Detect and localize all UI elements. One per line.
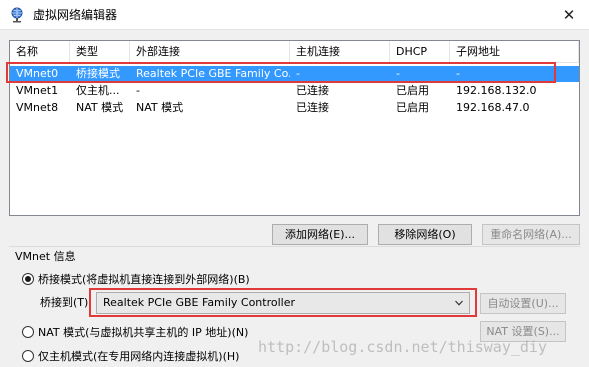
cell-name: VMnet1 bbox=[16, 84, 59, 97]
close-button[interactable]: ✕ bbox=[549, 0, 589, 30]
bridged-mode-label: 桥接模式(将虚拟机直接连接到外部网络)(B) bbox=[38, 273, 250, 286]
radio-checked-icon bbox=[22, 273, 34, 285]
table-row[interactable]: VMnet1 仅主机... - 已连接 已启用 192.168.132.0 bbox=[10, 83, 579, 99]
rename-network-button[interactable]: 重命名网络(A)... bbox=[482, 224, 580, 245]
cell-type: 仅主机... bbox=[76, 84, 120, 97]
add-network-button[interactable]: 添加网络(E)... bbox=[272, 224, 368, 245]
nat-mode-label: NAT 模式(与虚拟机共享主机的 IP 地址)(N) bbox=[38, 326, 249, 339]
bridged-mode-radio[interactable]: 桥接模式(将虚拟机直接连接到外部网络)(B) bbox=[22, 271, 250, 287]
cell-subnet: 192.168.132.0 bbox=[456, 84, 537, 97]
column-header-dhcp[interactable]: DHCP bbox=[390, 41, 450, 63]
cell-name: VMnet8 bbox=[16, 101, 59, 114]
highlight-box-bridged-to bbox=[89, 288, 477, 317]
host-only-mode-radio[interactable]: 仅主机模式(在专用网络内连接虚拟机)(H) bbox=[22, 348, 239, 364]
cell-dhcp: 已启用 bbox=[396, 101, 429, 114]
close-icon: ✕ bbox=[562, 6, 576, 24]
column-header-subnet[interactable]: 子网地址 bbox=[450, 41, 579, 63]
cell-host: 已连接 bbox=[296, 101, 329, 114]
list-header: 名称 类型 外部连接 主机连接 DHCP 子网地址 bbox=[10, 41, 579, 63]
title-bar: 虚拟网络编辑器 ✕ bbox=[0, 0, 589, 30]
window-title: 虚拟网络编辑器 bbox=[33, 8, 118, 22]
nat-mode-radio[interactable]: NAT 模式(与虚拟机共享主机的 IP 地址)(N) bbox=[22, 324, 248, 340]
bridged-to-label: 桥接到(T): bbox=[40, 296, 93, 309]
cell-external: NAT 模式 bbox=[136, 101, 184, 114]
remove-network-button[interactable]: 移除网络(O) bbox=[378, 224, 472, 245]
column-header-external[interactable]: 外部连接 bbox=[130, 41, 290, 63]
network-globe-icon bbox=[11, 7, 23, 23]
column-header-type[interactable]: 类型 bbox=[70, 41, 130, 63]
column-header-name[interactable]: 名称 bbox=[10, 41, 70, 63]
watermark-text: http://blog.csdn.net/thisway_diy bbox=[258, 338, 547, 356]
table-row[interactable]: VMnet8 NAT 模式 NAT 模式 已连接 已启用 192.168.47.… bbox=[10, 100, 579, 116]
highlight-box-selected-row bbox=[6, 62, 556, 83]
cell-subnet: 192.168.47.0 bbox=[456, 101, 530, 114]
column-header-host[interactable]: 主机连接 bbox=[290, 41, 390, 63]
divider bbox=[9, 246, 580, 247]
vmnet-info-label: VMnet 信息 bbox=[15, 250, 76, 263]
cell-dhcp: 已启用 bbox=[396, 84, 429, 97]
host-only-mode-label: 仅主机模式(在专用网络内连接虚拟机)(H) bbox=[38, 350, 240, 363]
auto-settings-button[interactable]: 自动设置(U)... bbox=[480, 293, 566, 314]
cell-external: - bbox=[136, 84, 140, 97]
radio-unchecked-icon bbox=[22, 350, 34, 362]
cell-host: 已连接 bbox=[296, 84, 329, 97]
radio-unchecked-icon bbox=[22, 326, 34, 338]
cell-type: NAT 模式 bbox=[76, 101, 124, 114]
